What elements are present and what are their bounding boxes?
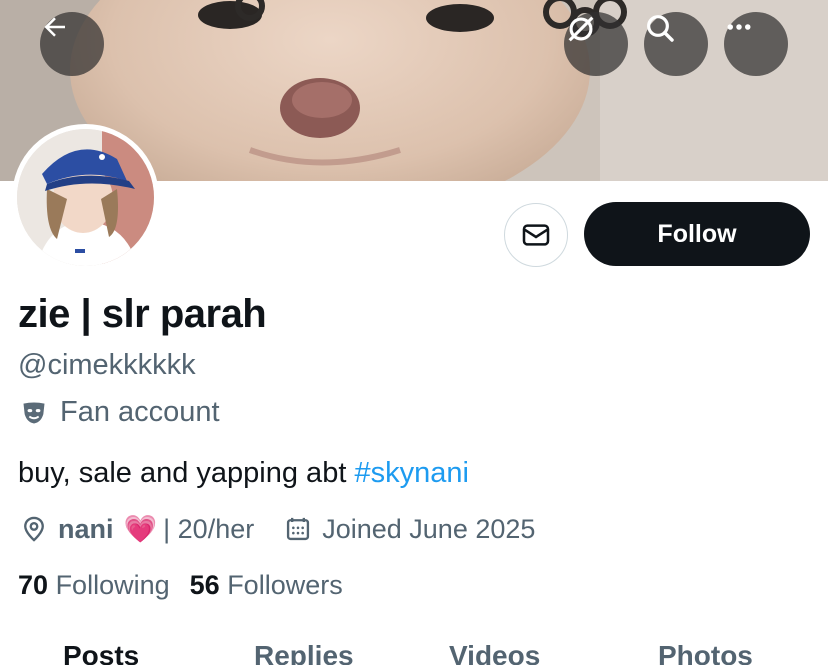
grok-button[interactable] — [564, 12, 628, 76]
display-name: zie | slr parah — [18, 292, 267, 336]
mail-icon — [522, 224, 550, 246]
bio: buy, sale and yapping abt #skynani — [18, 457, 469, 490]
theater-masks-icon — [23, 402, 45, 423]
handle: @cimekkkkkk — [18, 349, 196, 381]
followers-link[interactable]: 56 Followers — [190, 570, 343, 601]
tab-replies[interactable]: Replies — [254, 640, 354, 665]
followers-count: 56 — [189, 570, 220, 600]
more-button[interactable] — [724, 12, 788, 76]
back-button[interactable] — [40, 12, 104, 76]
arrow-left-icon — [44, 17, 65, 37]
category-label: Fan account — [60, 396, 220, 428]
tab-posts[interactable]: Posts — [63, 640, 139, 665]
joined-label: Joined June 2025 — [322, 513, 536, 544]
message-button[interactable] — [504, 203, 568, 267]
grok-slash-icon — [568, 16, 594, 42]
more-horizontal-icon — [727, 24, 751, 30]
avatar-image — [17, 129, 154, 266]
tab-photos[interactable]: Photos — [658, 640, 753, 665]
profile-meta: nani 💗 | 20/her Joined June 2025 — [20, 509, 535, 549]
joined-date: Joined June 2025 — [284, 514, 535, 545]
bio-hashtag-link[interactable]: #skynani — [354, 457, 468, 489]
location-extra: | 20/her — [163, 513, 255, 544]
search-button[interactable] — [644, 12, 708, 76]
avatar[interactable] — [12, 124, 159, 271]
location-pin-icon — [24, 516, 44, 542]
calendar-icon — [287, 517, 310, 541]
following-link[interactable]: 70 Following — [18, 570, 170, 601]
location-label: nani — [58, 513, 114, 544]
following-label: Following — [55, 570, 170, 600]
tab-videos[interactable]: Videos — [449, 640, 540, 665]
profile-tabs: Posts Replies Videos Photos — [0, 640, 828, 665]
followers-label: Followers — [227, 570, 343, 600]
professional-category: Fan account — [20, 396, 220, 429]
bio-text: buy, sale and yapping abt — [18, 457, 355, 489]
heart-emoji: 💗 — [123, 514, 158, 544]
following-count: 70 — [18, 570, 49, 600]
search-icon — [647, 15, 674, 42]
follow-button[interactable]: Follow — [584, 202, 810, 266]
follow-stats: 70 Following 56 Followers — [18, 570, 343, 601]
